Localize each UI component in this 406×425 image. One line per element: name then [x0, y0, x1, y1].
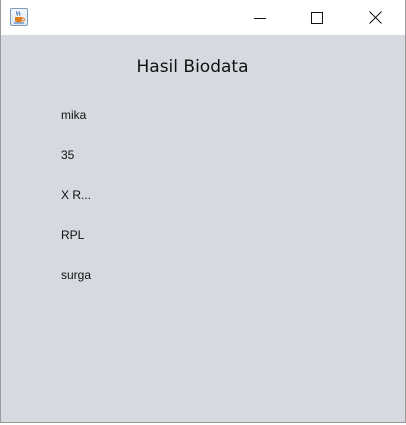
name-value-label: mika — [61, 108, 87, 122]
java-cup-icon[interactable] — [10, 8, 28, 26]
maximize-button[interactable] — [294, 0, 340, 35]
age-value-label: 35 — [61, 148, 75, 162]
close-button[interactable] — [352, 0, 398, 35]
title-bar[interactable] — [1, 0, 405, 35]
content-panel: Hasil Biodata mika 35 X R... RPL surga — [1, 35, 405, 422]
minimize-button[interactable] — [237, 0, 283, 35]
class-value-label: X R... — [61, 188, 92, 202]
address-value-label: surga — [61, 268, 92, 282]
biodata-window: Hasil Biodata mika 35 X R... RPL surga — [0, 0, 406, 423]
close-icon — [368, 11, 382, 24]
major-value-label: RPL — [61, 228, 85, 242]
maximize-icon — [311, 11, 323, 24]
minimize-icon — [254, 17, 266, 19]
page-title: Hasil Biodata — [136, 57, 249, 77]
